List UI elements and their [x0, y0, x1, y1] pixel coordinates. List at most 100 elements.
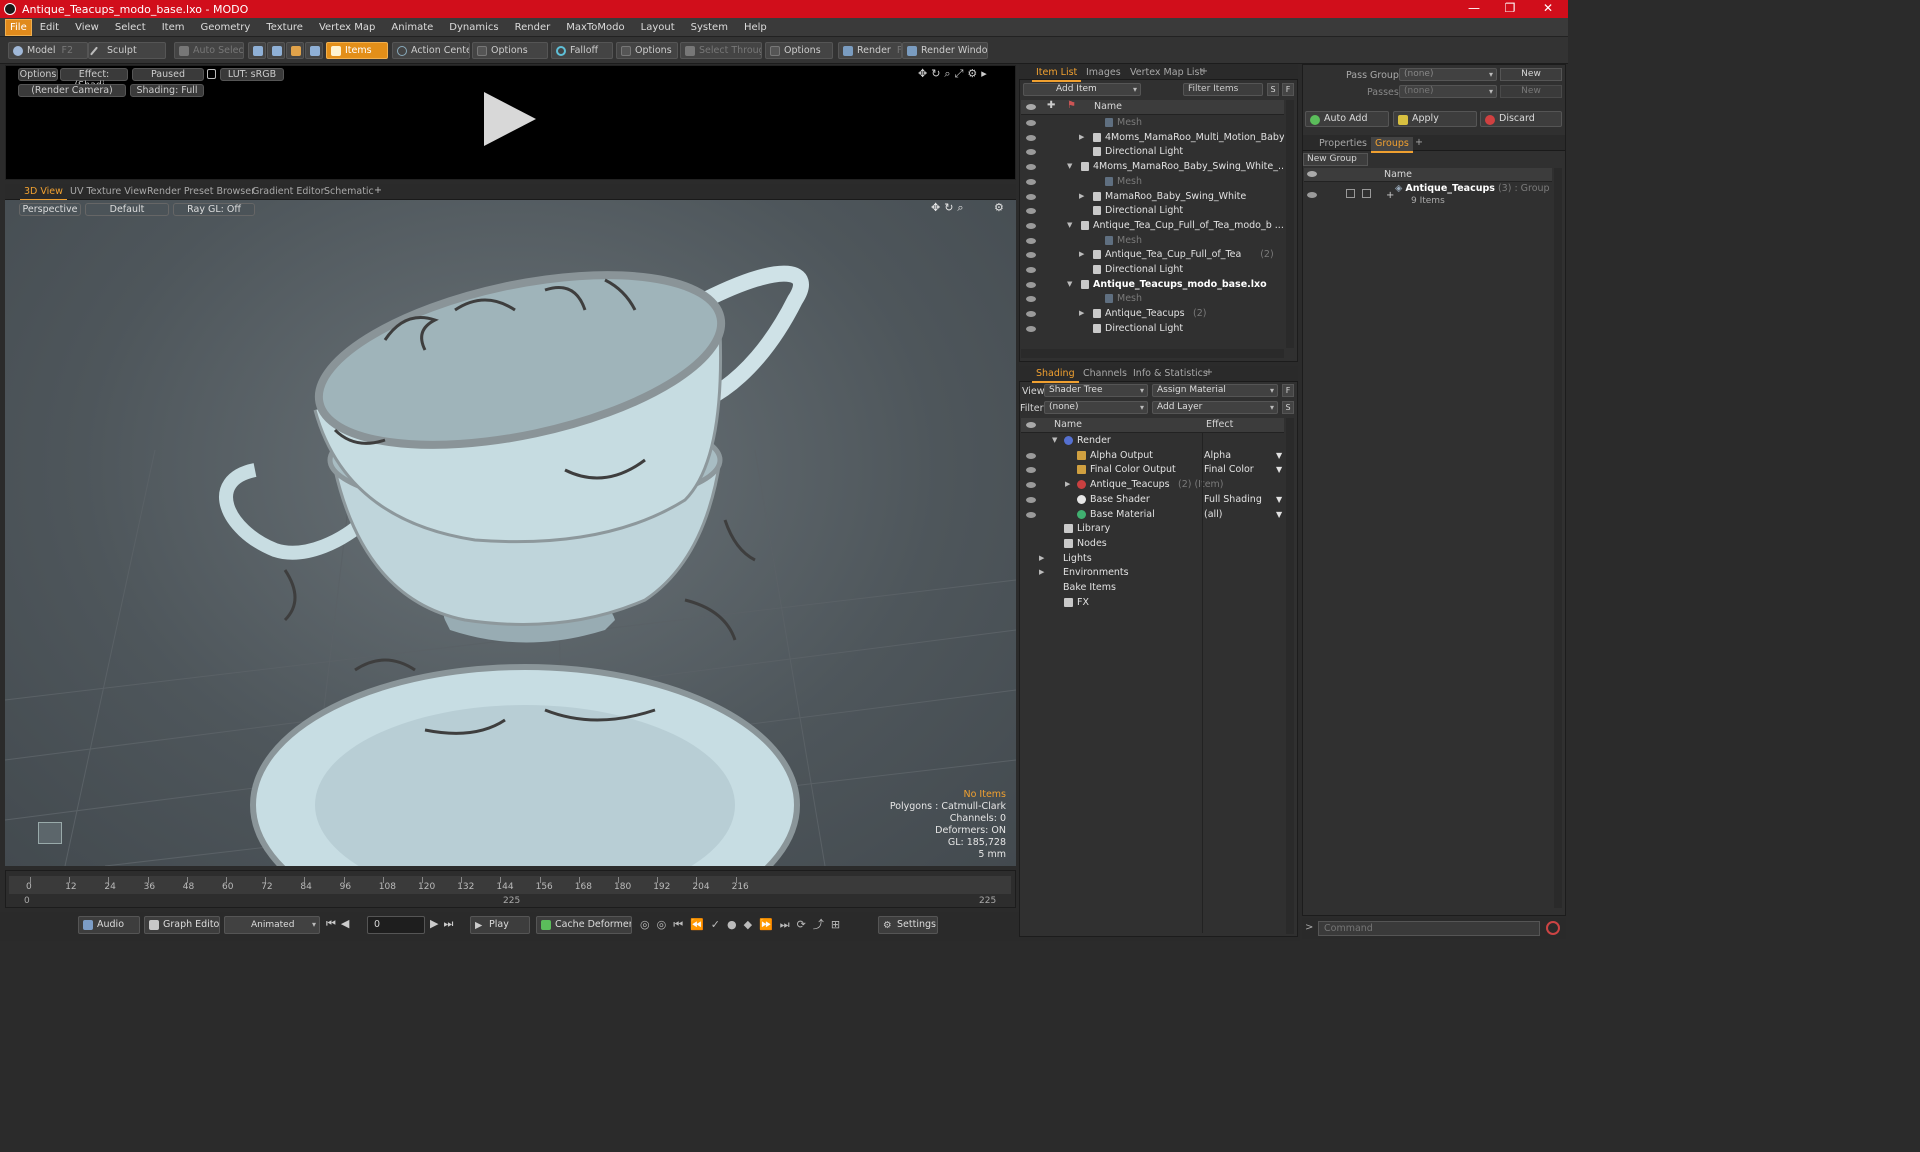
- item-list-scrollbar[interactable]: [1286, 100, 1294, 348]
- settings-button[interactable]: ⚙ Settings: [878, 916, 938, 934]
- expand-arrow-icon[interactable]: ▶: [1079, 130, 1084, 145]
- expand-arrow-icon[interactable]: ▶: [1079, 306, 1084, 321]
- assign-material-button[interactable]: Assign Material: [1152, 384, 1278, 397]
- item-list-row[interactable]: ▼ 4Moms_MamaRoo_Baby_Swing_White_...: [1021, 159, 1284, 174]
- falloff-button[interactable]: Falloff: [551, 42, 613, 59]
- visibility-eye-icon[interactable]: [1026, 149, 1036, 156]
- vertices-mode-button[interactable]: [248, 42, 266, 59]
- visibility-eye-icon[interactable]: [1026, 496, 1036, 503]
- view-dropdown[interactable]: Shader Tree: [1044, 384, 1148, 397]
- tab-groups[interactable]: Groups: [1371, 137, 1413, 153]
- viewport-nav-icons[interactable]: ✥↻⌕: [931, 201, 968, 215]
- edges-mode-button[interactable]: [267, 42, 285, 59]
- action-center-options-button[interactable]: Options: [472, 42, 548, 59]
- effect-dropdown[interactable]: (all): [1204, 507, 1282, 522]
- play-preview-icon[interactable]: [484, 92, 536, 146]
- effect-dropdown[interactable]: Final Color: [1204, 462, 1282, 477]
- transport-back-icons[interactable]: ⏮◀: [326, 917, 354, 931]
- visibility-eye-icon[interactable]: [1026, 208, 1036, 215]
- item-list-row[interactable]: ▶ 4Moms_MamaRoo_Multi_Motion_Baby...: [1021, 130, 1284, 145]
- menu-animate[interactable]: Animate: [383, 18, 441, 37]
- checkbox-icon[interactable]: [1346, 189, 1355, 198]
- shader-tree-row[interactable]: Bake Items: [1021, 580, 1284, 595]
- menu-texture[interactable]: Texture: [258, 18, 311, 37]
- visibility-eye-icon[interactable]: [1026, 467, 1036, 474]
- perspective-dropdown[interactable]: Perspective: [19, 203, 81, 216]
- shader-tree-row[interactable]: ▶ Antique_Teacups (2) (Item): [1021, 477, 1284, 492]
- shading-dropdown[interactable]: Shading: Full: [130, 84, 204, 97]
- view-f-button[interactable]: F: [1282, 384, 1294, 397]
- item-list-tree[interactable]: Mesh ▶ 4Moms_MamaRoo_Multi_Motion_Baby... D…: [1021, 115, 1284, 348]
- visibility-eye-icon[interactable]: [1026, 237, 1036, 244]
- shader-tree-row[interactable]: Alpha Output Alpha ▼: [1021, 448, 1284, 463]
- item-list-row[interactable]: Mesh: [1021, 174, 1284, 189]
- raygl-dropdown[interactable]: Ray GL: Off: [173, 203, 255, 216]
- expand-arrow-icon[interactable]: ▶: [1039, 551, 1044, 566]
- item-list-row[interactable]: ▶ Antique_Teacups (2): [1021, 306, 1284, 321]
- new-pass-button[interactable]: New: [1500, 85, 1562, 98]
- expand-arrow-icon[interactable]: ▶: [1039, 565, 1044, 580]
- item-list-row[interactable]: Mesh: [1021, 115, 1284, 130]
- tab-properties[interactable]: Properties: [1315, 137, 1371, 151]
- apply-button[interactable]: Apply: [1393, 111, 1477, 127]
- shader-tree-scrollbar[interactable]: [1286, 418, 1294, 934]
- items-mode-button[interactable]: Items: [326, 42, 388, 59]
- action-center-button[interactable]: Action Center: [392, 42, 470, 59]
- viewport-settings-icon[interactable]: ⚙: [994, 201, 1004, 214]
- materials-mode-button[interactable]: [305, 42, 323, 59]
- expand-arrow-icon[interactable]: ▼: [1052, 433, 1057, 448]
- filter-dropdown[interactable]: (none): [1044, 401, 1148, 414]
- filter-items-input[interactable]: Filter Items: [1183, 83, 1263, 96]
- expand-arrow-icon[interactable]: ▼: [1067, 218, 1072, 233]
- item-list-row[interactable]: Directional Light: [1021, 321, 1284, 336]
- expand-arrow-icon[interactable]: ▼: [1067, 277, 1072, 292]
- polygons-mode-button[interactable]: [286, 42, 304, 59]
- graph-editor-button[interactable]: Graph Editor: [144, 916, 220, 934]
- expand-arrow-icon[interactable]: ▶: [1079, 189, 1084, 204]
- expand-arrow-icon[interactable]: ▼: [1067, 159, 1072, 174]
- visibility-eye-icon[interactable]: [1026, 281, 1036, 288]
- menu-edit[interactable]: Edit: [32, 18, 67, 37]
- item-list-row[interactable]: ▶ MamaRoo_Baby_Swing_White: [1021, 189, 1284, 204]
- shader-tree-row[interactable]: ▼ Render: [1021, 433, 1284, 448]
- tab-item-list[interactable]: Item List: [1032, 66, 1082, 82]
- add-tab-icon[interactable]: +: [1411, 136, 1427, 150]
- select-through-button[interactable]: Select Through: [680, 42, 762, 59]
- add-tab-icon[interactable]: +: [370, 184, 386, 198]
- visibility-eye-icon[interactable]: [1026, 178, 1036, 185]
- menu-select[interactable]: Select: [107, 18, 154, 37]
- visibility-eye-icon[interactable]: [1026, 164, 1036, 171]
- minimize-button[interactable]: —: [1456, 0, 1492, 18]
- dropdown-arrow-icon[interactable]: ▼: [1276, 507, 1282, 522]
- expand-plus-icon[interactable]: +: [1386, 190, 1394, 201]
- visibility-eye-icon[interactable]: [1026, 222, 1036, 229]
- lock-icon[interactable]: [207, 69, 216, 79]
- expand-arrow-icon[interactable]: ▶: [1065, 477, 1070, 492]
- expand-arrow-icon[interactable]: ▶: [1079, 247, 1084, 262]
- visibility-eye-icon[interactable]: [1026, 482, 1036, 489]
- render-window-button[interactable]: Render Window: [902, 42, 988, 59]
- add-tab-icon[interactable]: +: [1201, 366, 1217, 380]
- 3d-viewport[interactable]: Perspective Default Ray GL: Off ✥↻⌕ ⚙ No…: [5, 200, 1016, 866]
- render-camera-dropdown[interactable]: (Render Camera): [18, 84, 126, 97]
- preview-paused-button[interactable]: Paused: [132, 68, 204, 81]
- discard-button[interactable]: Discard: [1480, 111, 1562, 127]
- effect-dropdown[interactable]: Alpha: [1204, 448, 1282, 463]
- item-list-row[interactable]: Directional Light: [1021, 203, 1284, 218]
- dropdown-arrow-icon[interactable]: ▼: [1276, 492, 1282, 507]
- key-tools-icons[interactable]: ◎◎⏮⏪✓●◆⏩⏭⟳⤴⊞: [640, 916, 876, 934]
- transport-forward-icons[interactable]: ▶⏭: [430, 917, 458, 931]
- shader-tree-row[interactable]: ▶ Lights: [1021, 551, 1284, 566]
- lut-dropdown[interactable]: LUT: sRGB: [220, 68, 284, 81]
- shading-style-dropdown[interactable]: Default: [85, 203, 169, 216]
- visibility-eye-icon[interactable]: [1026, 296, 1036, 303]
- animated-dropdown[interactable]: Animated: [224, 916, 320, 934]
- menu-vertex-map[interactable]: Vertex Map: [311, 18, 383, 37]
- item-list-row[interactable]: ▶ Antique_Tea_Cup_Full_of_Tea (2): [1021, 247, 1284, 262]
- record-macro-icon[interactable]: [1546, 921, 1560, 935]
- shader-tree-row[interactable]: Base Shader Full Shading ▼: [1021, 492, 1284, 507]
- tab-3d-view[interactable]: 3D View: [20, 185, 67, 201]
- item-list-row[interactable]: Directional Light: [1021, 144, 1284, 159]
- menu-geometry[interactable]: Geometry: [192, 18, 258, 37]
- add-layer-dropdown[interactable]: Add Layer: [1152, 401, 1278, 414]
